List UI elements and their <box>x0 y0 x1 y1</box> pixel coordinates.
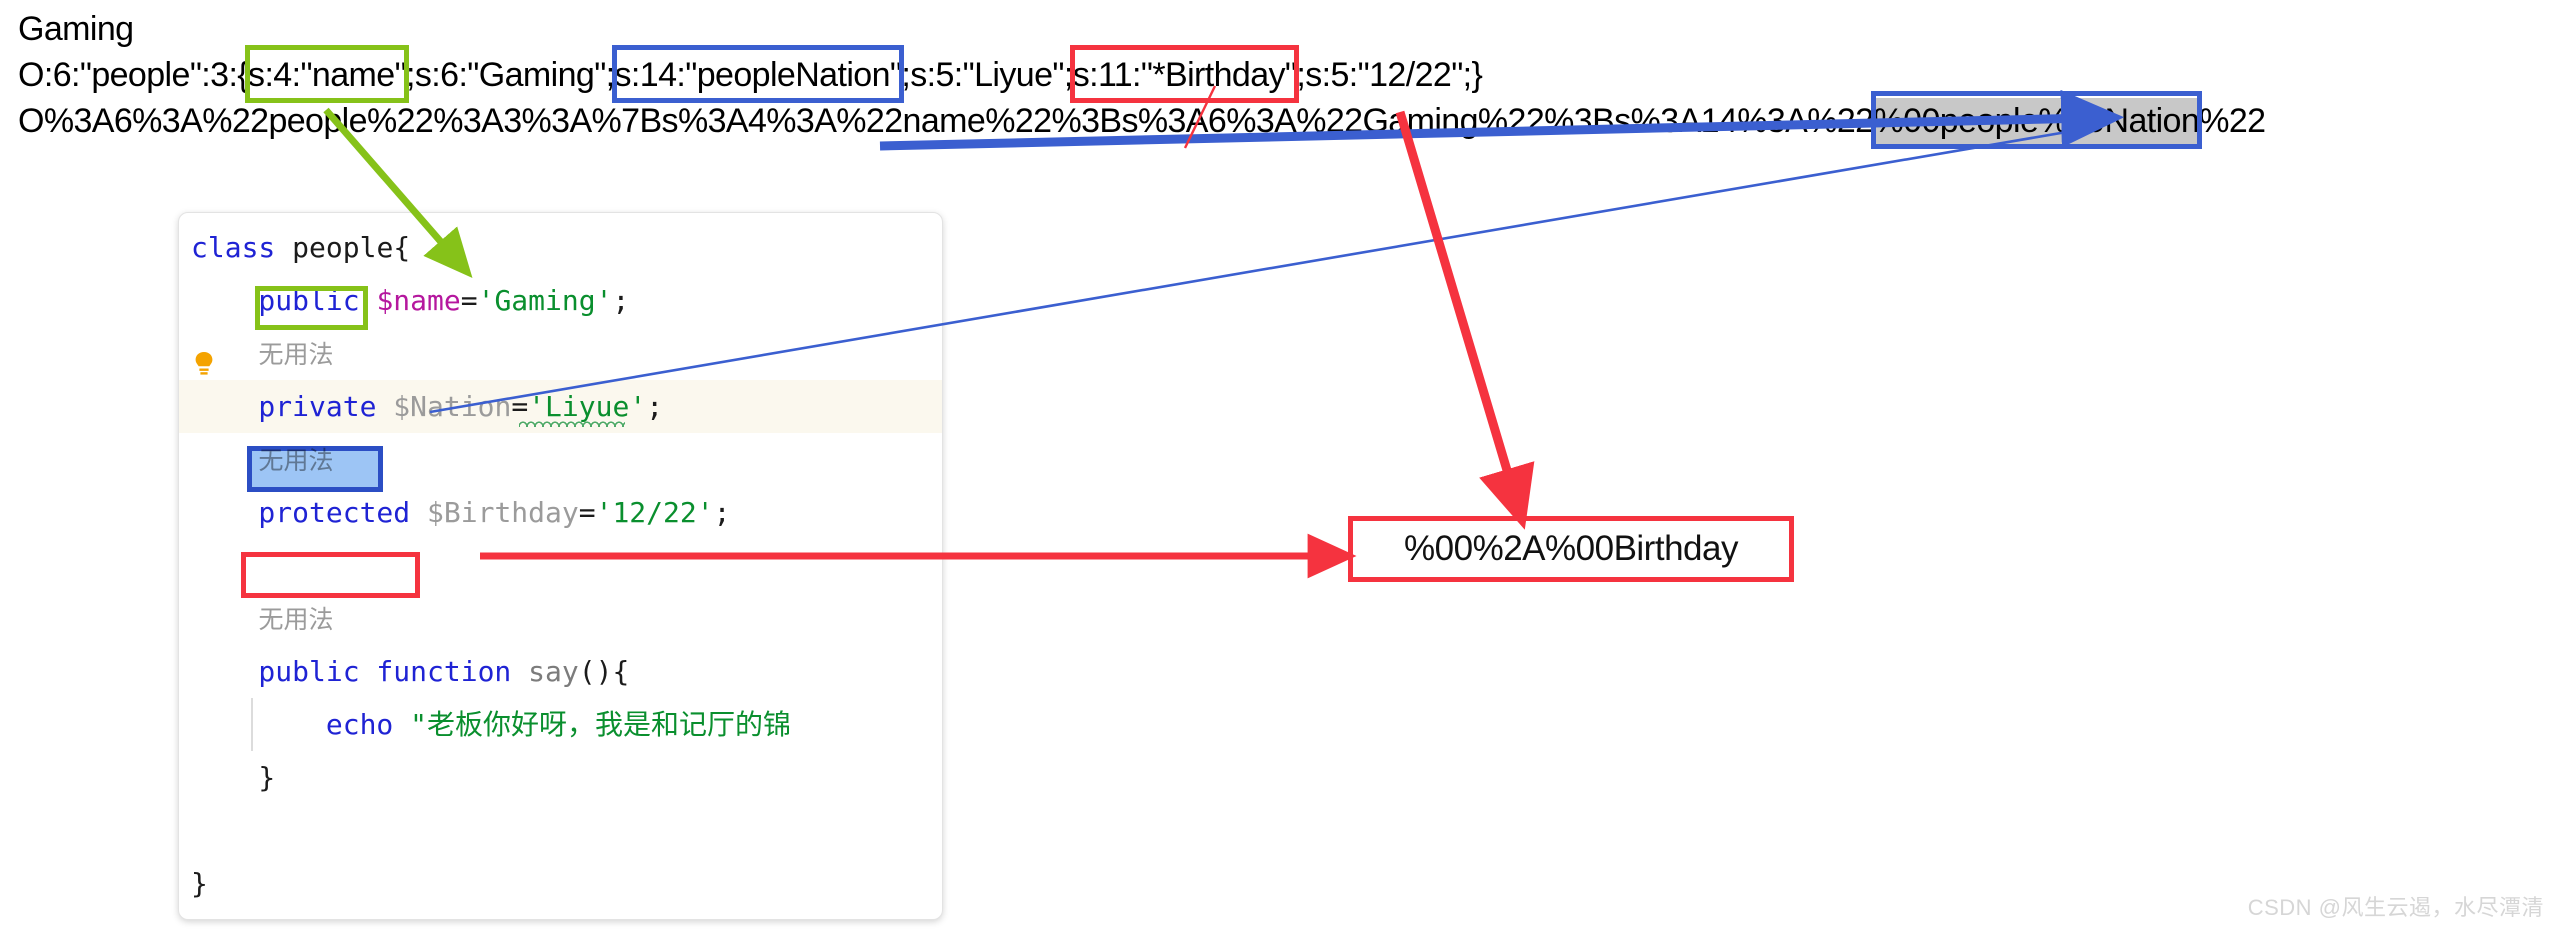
code-line: public function say(){ <box>179 645 942 698</box>
inlay-hint-unused: 无用法 <box>258 447 334 475</box>
birthday-encoded-callout: %00%2A%00Birthday <box>1348 516 1794 582</box>
code-line: } <box>179 751 942 804</box>
serialized-name-key-highlight: s:4:"name" <box>245 45 410 103</box>
code-token: "老板你好呀，我是和记厅的锦 <box>410 708 792 741</box>
code-token: private <box>191 390 377 423</box>
code-token: say <box>528 655 579 688</box>
code-body: class people{ public $name='Gaming'; 无用法… <box>179 213 942 910</box>
code-token: $name <box>376 284 461 317</box>
serialized-suffix: ;s:5:"12/22";} <box>1296 56 1483 94</box>
code-token: $Nation <box>393 390 512 423</box>
annotated-text-block: Gaming O:6:"people":3:{s:4:"name";s:6:"G… <box>18 6 2560 149</box>
code-token: public function <box>191 655 529 688</box>
code-line: 无用法 <box>179 592 942 645</box>
page-title: Gaming <box>18 10 134 48</box>
code-token: 'Gaming' <box>477 284 613 317</box>
callout-text: %00%2A%00Birthday <box>1404 529 1738 568</box>
code-line: } <box>179 857 942 910</box>
code-token: echo <box>191 708 411 741</box>
urlencoded-part2: %22 <box>2199 102 2266 140</box>
code-token: ; <box>646 390 664 423</box>
serialized-birthday-key-highlight: s:11:"*Birthday" <box>1069 45 1300 103</box>
serialized-prefix: O:6:"people":3:{ <box>18 56 249 94</box>
indent-guide <box>251 698 253 751</box>
code-token: } <box>191 761 276 794</box>
code-token: class <box>191 231 293 264</box>
code-line: 无用法 <box>179 327 942 380</box>
urlencoded-part1: O%3A6%3A%22people%22%3A3%3A%7Bs%3A4%3A%2… <box>18 102 1874 140</box>
code-line: protected $Birthday='12/22'; <box>179 486 942 539</box>
code-token: protected <box>191 496 411 529</box>
code-line: echo "老板你好呀，我是和记厅的锦 <box>179 698 942 751</box>
code-token: } <box>191 867 208 900</box>
urlencoded-string-line: O%3A6%3A%22people%22%3A3%3A%7Bs%3A4%3A%2… <box>18 91 2560 149</box>
urlencoded-nation-highlight: %00people%00Nation <box>1870 91 2202 149</box>
inlay-hint-unused: 无用法 <box>258 341 334 369</box>
code-token: $Birthday <box>427 496 579 529</box>
arrow-birthday-red <box>1395 110 1535 530</box>
code-token: (){ <box>578 655 630 688</box>
code-snippet-card: class people{ public $name='Gaming'; 无用法… <box>178 212 943 920</box>
serialized-mid1: ;s:6:"Gaming"; <box>406 56 615 94</box>
code-token: = <box>460 284 478 317</box>
code-line: public $name='Gaming'; <box>179 274 942 327</box>
warning-squiggle <box>519 419 625 427</box>
serialized-string-line: O:6:"people":3:{s:4:"name";s:6:"Gaming";… <box>18 45 2560 103</box>
code-token: ; <box>612 284 630 317</box>
code-token: { <box>393 231 411 264</box>
code-line: 无用法 <box>179 433 942 486</box>
code-line: class people{ <box>179 221 942 274</box>
code-token: public <box>191 284 377 317</box>
csdn-watermark: CSDN @风生云遏，水尽潭清 <box>2247 895 2544 920</box>
code-token: = <box>578 496 596 529</box>
code-token: people <box>292 231 394 264</box>
inlay-hint-unused: 无用法 <box>258 606 334 634</box>
code-line: private $Nation='Liyue'; <box>179 380 942 433</box>
lightbulb-icon[interactable] <box>193 341 215 375</box>
serialized-mid2: ;s:5:"Liyue"; <box>901 56 1073 94</box>
code-token: '12/22' <box>595 496 714 529</box>
code-token: ; <box>713 496 731 529</box>
serialized-nation-key-highlight: s:14:"peopleNation" <box>611 45 905 103</box>
